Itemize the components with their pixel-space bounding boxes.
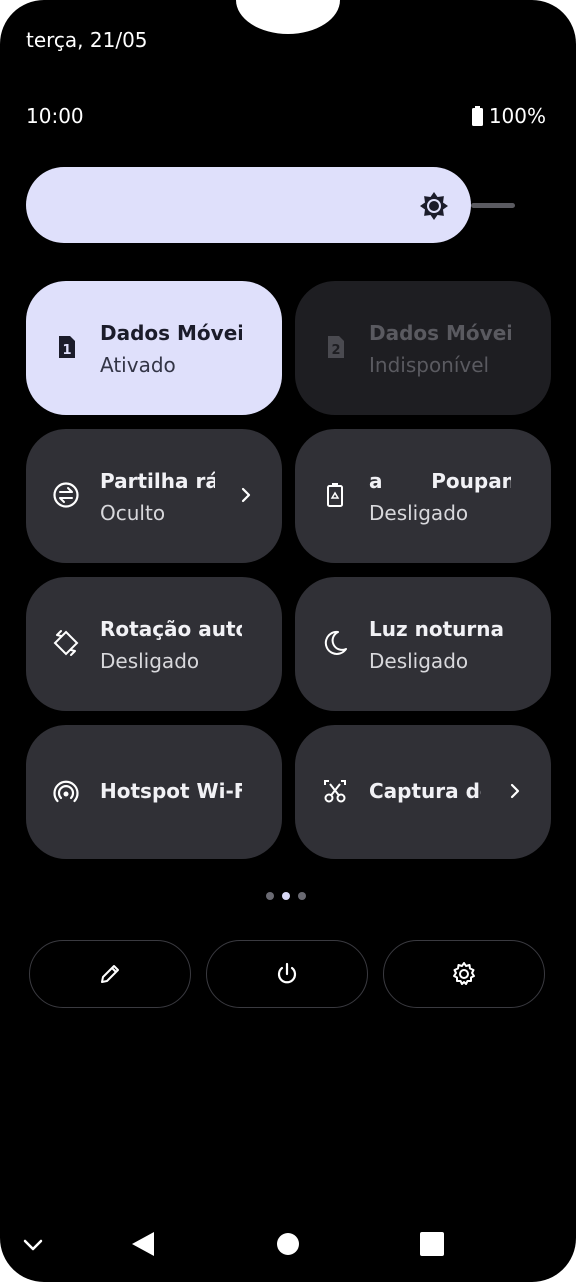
status-date: terça, 21/05	[26, 28, 148, 52]
brightness-track[interactable]	[471, 203, 515, 208]
navigation-bar	[0, 1220, 576, 1270]
tile-title: Rotação auto.	[100, 617, 242, 641]
back-icon[interactable]	[130, 1230, 156, 1262]
tile-subtitle: Oculto	[100, 501, 166, 525]
tile-hotspot[interactable]: Hotspot Wi-Fi	[26, 725, 282, 859]
tile-title: Dados Móveis	[100, 321, 242, 345]
sim2-icon: 2	[328, 336, 344, 358]
quick-share-icon	[53, 482, 79, 508]
tile-subtitle: Desligado	[369, 649, 469, 673]
tile-quick-share[interactable]: Partilha ráp Oculto	[26, 429, 282, 563]
moon-icon	[324, 630, 347, 655]
tile-mobile-data-sim2[interactable]: 2 Dados Móveis Indisponível	[295, 281, 551, 415]
screenshot-icon	[324, 780, 346, 803]
tile-subtitle: Ativado	[100, 353, 176, 377]
edit-button[interactable]	[29, 940, 191, 1008]
chevron-right-icon[interactable]	[505, 781, 525, 801]
tile-subtitle: Indisponível	[369, 353, 490, 377]
chevron-right-icon[interactable]	[236, 485, 256, 505]
quick-settings-panel: terça, 21/05 10:00 100% 1 Dados Móveis A…	[0, 0, 576, 1282]
page-dot	[298, 892, 306, 900]
brightness-icon	[420, 192, 448, 220]
page-dot	[266, 892, 274, 900]
sim1-icon: 1	[59, 336, 75, 358]
tile-title: Dados Móveis	[369, 321, 511, 345]
power-icon	[277, 962, 297, 984]
home-icon[interactable]	[276, 1232, 300, 1260]
power-button[interactable]	[206, 940, 368, 1008]
status-time: 10:00	[26, 104, 84, 128]
tile-title: Captura de	[369, 779, 481, 803]
pencil-icon	[101, 965, 119, 983]
tile-subtitle: Desligado	[100, 649, 200, 673]
page-dot-active	[282, 892, 290, 900]
gear-icon	[453, 962, 475, 985]
settings-button[interactable]	[383, 940, 545, 1008]
tile-title: Luz noturna	[369, 617, 504, 641]
svg-text:2: 2	[331, 343, 340, 358]
brightness-slider[interactable]	[26, 167, 471, 243]
tile-auto-rotate[interactable]: Rotação auto. Desligado	[26, 577, 282, 711]
hotspot-icon	[53, 780, 79, 803]
tile-subtitle: Desligado	[369, 501, 469, 525]
tile-mobile-data-sim1[interactable]: 1 Dados Móveis Ativado	[26, 281, 282, 415]
page-indicator	[266, 892, 306, 900]
tile-screen-capture[interactable]: Captura de	[295, 725, 551, 859]
tile-battery-saver[interactable]: a Poupanc Desligado	[295, 429, 551, 563]
tile-night-light[interactable]: Luz noturna Desligado	[295, 577, 551, 711]
tile-title: a Poupanc	[369, 469, 511, 493]
battery-icon	[471, 106, 483, 126]
tile-title: Partilha ráp	[100, 469, 215, 493]
battery-saver-icon	[327, 483, 343, 507]
rotate-icon	[53, 630, 79, 656]
battery-percent: 100%	[488, 104, 546, 128]
camera-notch	[236, 0, 340, 34]
status-battery: 100%	[471, 104, 546, 128]
svg-text:1: 1	[62, 343, 71, 358]
collapse-chevron-icon[interactable]	[20, 1232, 46, 1262]
tile-title: Hotspot Wi-Fi	[100, 779, 242, 803]
recents-icon[interactable]	[420, 1232, 444, 1260]
